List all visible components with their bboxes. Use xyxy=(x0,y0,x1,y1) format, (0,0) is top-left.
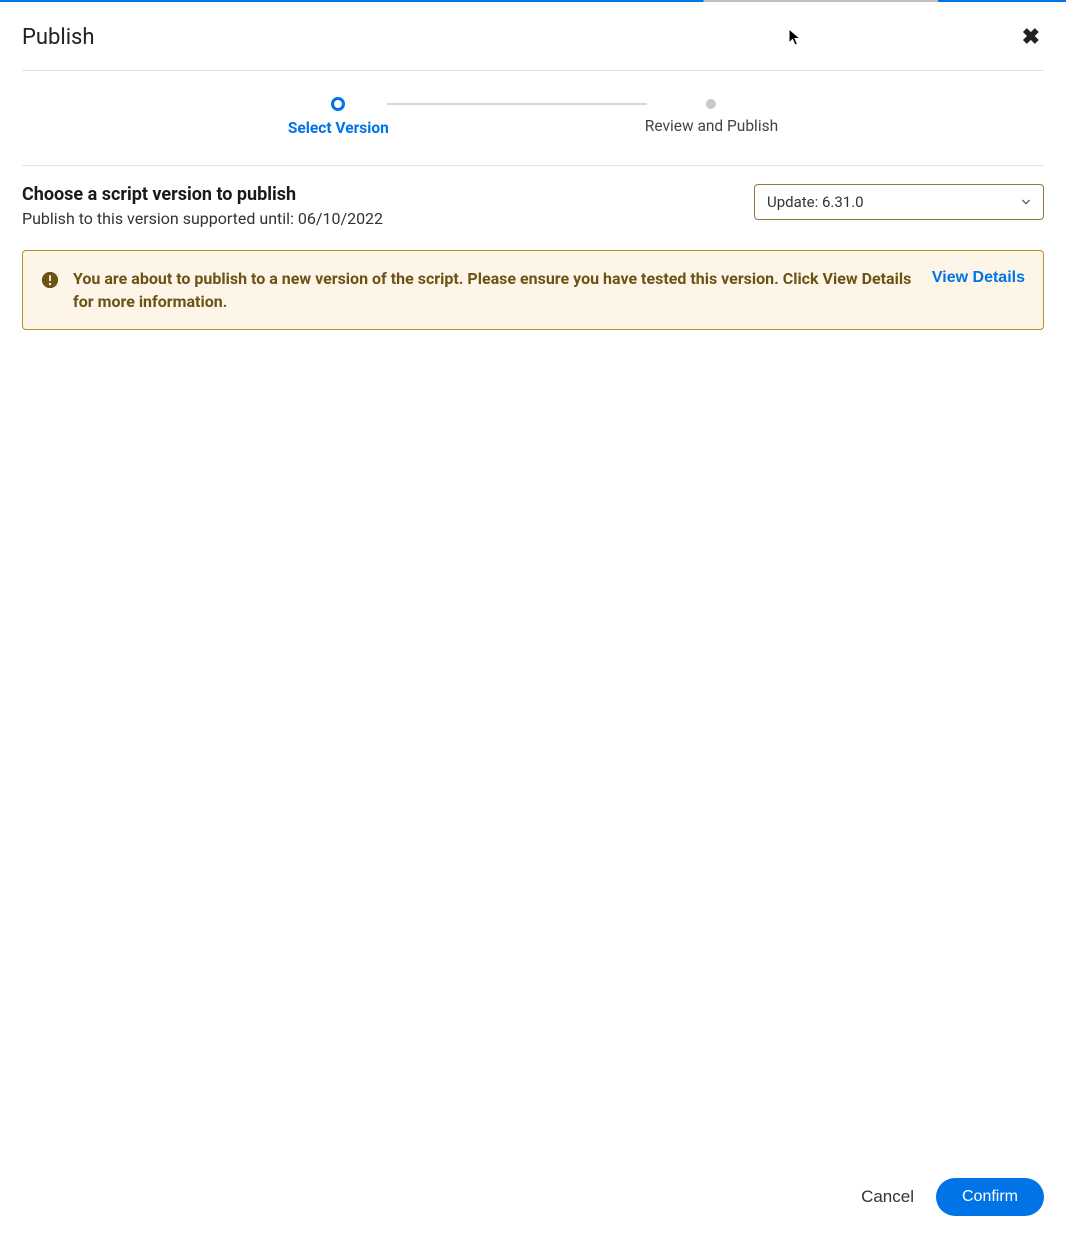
close-button[interactable]: ✖ xyxy=(1018,22,1044,52)
view-details-link[interactable]: View Details xyxy=(932,269,1025,287)
step-dot-icon xyxy=(331,97,345,111)
step-label: Select Version xyxy=(288,119,389,137)
version-select-value: Update: 6.31.0 xyxy=(767,193,864,211)
version-selection-row: Choose a script version to publish Publi… xyxy=(22,166,1044,250)
step-select-version[interactable]: Select Version xyxy=(288,97,389,137)
chevron-down-icon xyxy=(1021,197,1031,207)
dialog-title: Publish xyxy=(22,25,95,50)
cancel-button[interactable]: Cancel xyxy=(861,1187,914,1207)
version-heading: Choose a script version to publish xyxy=(22,184,734,205)
confirm-button[interactable]: Confirm xyxy=(936,1178,1044,1216)
version-supported-until: Publish to this version supported until:… xyxy=(22,209,734,228)
version-select[interactable]: Update: 6.31.0 xyxy=(754,184,1044,220)
step-label: Review and Publish xyxy=(645,117,778,135)
publish-dialog: Publish ✖ Select Version Review and Publ… xyxy=(0,2,1066,1234)
dialog-footer: Cancel Confirm xyxy=(22,1160,1044,1234)
wizard-stepper: Select Version Review and Publish xyxy=(22,71,1044,166)
step-review-publish[interactable]: Review and Publish xyxy=(645,97,778,135)
step-dot-icon xyxy=(706,99,716,109)
step-connector xyxy=(387,103,647,105)
warning-banner: You are about to publish to a new versio… xyxy=(22,250,1044,330)
dialog-header: Publish ✖ xyxy=(22,2,1044,71)
close-icon: ✖ xyxy=(1022,24,1040,49)
warning-message: You are about to publish to a new versio… xyxy=(73,267,918,313)
warning-icon xyxy=(41,271,59,289)
